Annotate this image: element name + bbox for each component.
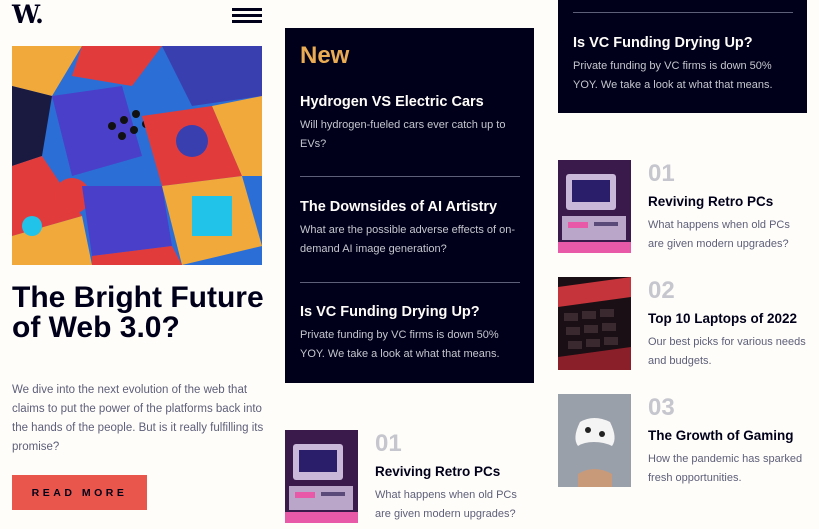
article-number: 02 — [648, 277, 675, 304]
new-section-title: New — [300, 42, 350, 69]
numbered-article[interactable]: 01 Reviving Retro PCs What happens when … — [285, 430, 535, 529]
laptop-keyboard-thumbnail — [558, 277, 631, 370]
new-item-description: Private funding by VC firms is down 50% … — [300, 329, 500, 360]
new-item-title[interactable]: The Downsides of AI Artistry — [300, 199, 520, 215]
article-description: How the pandemic has sparked fresh oppor… — [648, 453, 803, 484]
retro-pc-thumbnail — [285, 430, 358, 523]
new-section-continued: Is VC Funding Drying Up? Private funding… — [558, 0, 807, 113]
new-item-description: Will hydrogen-fueled cars ever catch up … — [300, 119, 506, 150]
new-item-title[interactable]: Is VC Funding Drying Up? — [573, 35, 793, 51]
divider — [300, 282, 520, 283]
new-item[interactable]: Hydrogen VS Electric Cars Will hydrogen-… — [300, 94, 520, 154]
hero-image — [12, 46, 262, 265]
new-item[interactable]: Is VC Funding Drying Up? Private funding… — [300, 304, 520, 364]
article-title[interactable]: The Growth of Gaming — [648, 428, 794, 443]
new-item-title[interactable]: Is VC Funding Drying Up? — [300, 304, 520, 320]
article-description: Our best picks for various needs and bud… — [648, 336, 806, 367]
numbered-article[interactable]: 01 Reviving Retro PCs What happens when … — [558, 160, 808, 255]
gaming-controller-thumbnail — [558, 394, 631, 487]
page-title: The Bright Future of Web 3.0? — [12, 281, 264, 344]
article-title[interactable]: Reviving Retro PCs — [648, 194, 773, 209]
article-number: 01 — [648, 160, 675, 187]
menu-icon[interactable] — [232, 8, 262, 23]
new-item-title[interactable]: Hydrogen VS Electric Cars — [300, 94, 520, 110]
article-description: What happens when old PCs are given mode… — [648, 219, 790, 250]
new-item-description: Private funding by VC firms is down 50% … — [573, 60, 773, 91]
divider — [573, 12, 793, 13]
numbered-article[interactable]: 03 The Growth of Gaming How the pandemic… — [558, 394, 808, 489]
new-item[interactable]: Is VC Funding Drying Up? Private funding… — [573, 35, 793, 95]
article-number: 03 — [648, 394, 675, 421]
hero-lead: We dive into the next evolution of the w… — [12, 384, 264, 453]
new-item[interactable]: The Downsides of AI Artistry What are th… — [300, 199, 520, 259]
new-section: New Hydrogen VS Electric Cars Will hydro… — [285, 28, 534, 383]
divider — [300, 176, 520, 177]
site-logo[interactable]: W. — [12, 0, 44, 29]
numbered-article[interactable]: 02 Top 10 Laptops of 2022 Our best picks… — [558, 277, 808, 372]
retro-pc-thumbnail — [558, 160, 631, 253]
article-number: 01 — [375, 430, 402, 457]
article-title[interactable]: Reviving Retro PCs — [375, 464, 500, 479]
article-title[interactable]: Top 10 Laptops of 2022 — [648, 311, 797, 326]
article-description: What happens when old PCs are given mode… — [375, 489, 517, 520]
read-more-button[interactable]: READ MORE — [12, 475, 147, 510]
new-item-description: What are the possible adverse effects of… — [300, 224, 516, 255]
